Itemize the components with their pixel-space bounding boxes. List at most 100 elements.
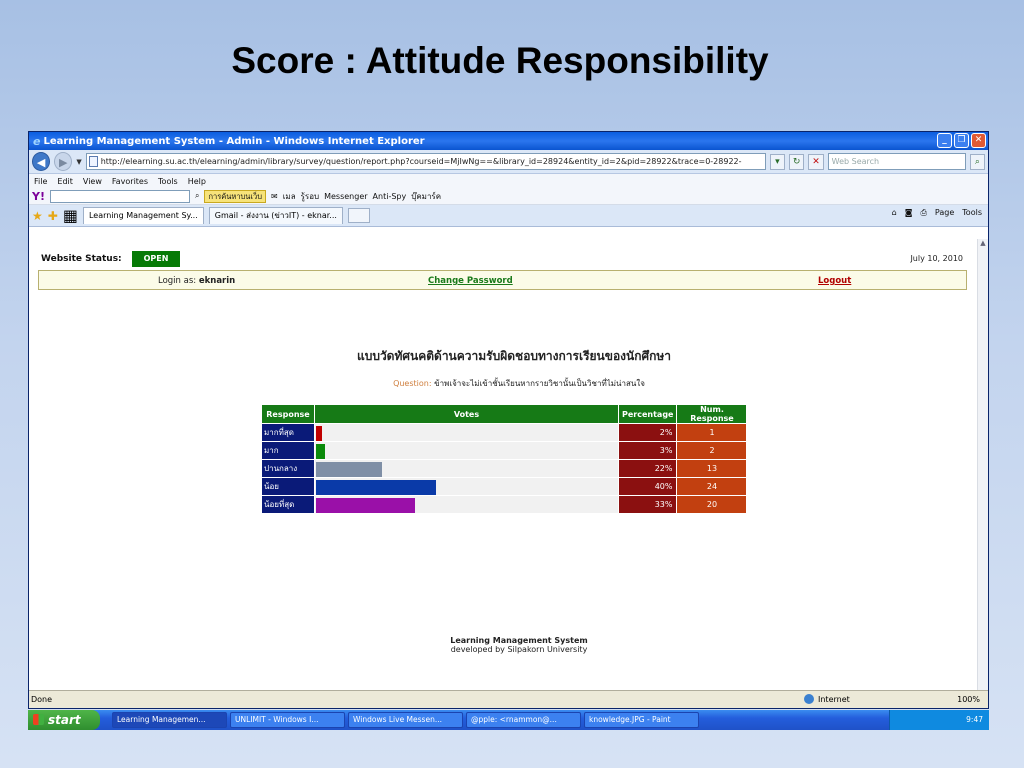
page-footer: Learning Management System developed by …: [29, 636, 979, 654]
results-table: Response Votes Percentage Num. Response …: [261, 404, 748, 514]
votes-cell: [314, 495, 619, 514]
count-cell: 2: [676, 441, 748, 460]
menu-file[interactable]: File: [34, 177, 47, 186]
logout-link[interactable]: Logout: [818, 276, 851, 286]
menu-bar: File Edit View Favorites Tools Help: [29, 174, 988, 188]
percentage-cell: 2%: [617, 423, 678, 442]
table-header-row: Response Votes Percentage Num. Response: [261, 404, 748, 424]
back-button[interactable]: ◀: [32, 152, 51, 171]
vote-bar: [316, 426, 322, 441]
ie-logo-icon: e: [33, 134, 41, 148]
clock[interactable]: 9:47: [966, 715, 983, 724]
start-label: start: [48, 713, 81, 727]
add-favorites-icon[interactable]: ✚: [48, 209, 58, 223]
yahoo-search-input[interactable]: [49, 189, 190, 203]
table-row: น้อยที่สุด 33% 20: [261, 495, 748, 514]
url-text: http://elearning.su.ac.th/elearning/admi…: [100, 157, 742, 166]
menu-view[interactable]: View: [83, 177, 102, 186]
login-user: eknarin: [198, 276, 236, 286]
menu-tools[interactable]: Tools: [158, 177, 178, 186]
status-badge: OPEN: [132, 251, 180, 267]
taskbar-item-unlimit[interactable]: UNLIMIT - Windows I...: [230, 712, 345, 728]
yahoo-search-button[interactable]: การค้นหาบนเว็บ: [204, 189, 266, 203]
print-icon[interactable]: ⎙: [921, 208, 927, 218]
vote-bar: [316, 444, 325, 459]
search-button[interactable]: ⌕: [969, 153, 986, 170]
minimize-button[interactable]: _: [937, 133, 952, 148]
percentage-cell: 33%: [617, 495, 678, 514]
taskbar-item-apple[interactable]: @pple: <rnammon@...: [466, 712, 581, 728]
new-tab-button[interactable]: [347, 208, 370, 223]
window-titlebar[interactable]: e Learning Management System - Admin - W…: [29, 132, 988, 150]
address-bar: ◀ ▶ ▼ http://elearning.su.ac.th/elearnin…: [29, 150, 988, 174]
header-response: Response: [261, 404, 315, 424]
yahoo-search-icon[interactable]: ⌕: [195, 191, 199, 201]
menu-edit[interactable]: Edit: [57, 177, 73, 186]
header-num-response: Num. Response: [676, 404, 748, 424]
yahoo-toolbar: Y! ⌕ การค้นหาบนเว็บ ✉ เมล รู้รอบ Messeng…: [29, 188, 988, 205]
refresh-button[interactable]: ↻: [789, 153, 805, 170]
votes-cell: [314, 423, 619, 442]
response-label: ปานกลาง: [261, 459, 315, 478]
response-label: น้อยที่สุด: [261, 495, 315, 514]
system-tray: 9:47: [889, 710, 989, 730]
count-cell: 24: [676, 477, 748, 496]
restore-button[interactable]: ❐: [954, 133, 969, 148]
menu-help[interactable]: Help: [188, 177, 206, 186]
feeds-icon[interactable]: ◙: [905, 208, 913, 218]
yahoo-answers-button[interactable]: รู้รอบ: [301, 190, 319, 203]
start-button[interactable]: start: [28, 710, 100, 730]
favorites-star-icon[interactable]: ★: [32, 209, 43, 223]
forward-button[interactable]: ▶: [54, 152, 73, 171]
footer-name: Learning Management System: [450, 636, 588, 645]
login-info: Login as: eknarin: [158, 276, 235, 286]
response-label: มากที่สุด: [261, 423, 315, 442]
yahoo-messenger-button[interactable]: Messenger: [324, 192, 367, 201]
quick-tabs-icon[interactable]: ▦: [63, 206, 78, 225]
taskbar-item-lms[interactable]: Learning Managemen...: [112, 712, 227, 728]
scroll-up-icon[interactable]: ▲: [978, 239, 988, 250]
tab-learning-management[interactable]: Learning Management Sy...: [82, 207, 204, 224]
menu-favorites[interactable]: Favorites: [112, 177, 148, 186]
close-button[interactable]: ✕: [971, 133, 986, 148]
header-percentage: Percentage: [617, 404, 678, 424]
tab-gmail[interactable]: Gmail - ส่งงาน (ข่าวIT) - eknar...: [208, 207, 343, 224]
mail-icon: ✉: [270, 191, 278, 201]
response-label: น้อย: [261, 477, 315, 496]
yahoo-antispy-button[interactable]: Anti-Spy: [373, 192, 407, 201]
vertical-scrollbar[interactable]: ▲: [977, 239, 988, 692]
count-cell: 1: [676, 423, 748, 442]
tab-bar: ★ ✚ ▦ Learning Management Sy... Gmail - …: [29, 205, 988, 227]
page-content: Website Status: OPEN July 10, 2010 Login…: [29, 239, 979, 692]
tools-menu-button[interactable]: Tools: [962, 208, 982, 218]
website-status-label: Website Status:: [41, 254, 122, 264]
response-label: มาก: [261, 441, 315, 460]
yahoo-mail-button[interactable]: เมล: [283, 190, 296, 203]
taskbar-item-paint[interactable]: knowledge.JPG - Paint: [584, 712, 699, 728]
internet-globe-icon: [804, 694, 814, 704]
history-dropdown-icon[interactable]: ▼: [76, 158, 81, 166]
yahoo-bookmarks-button[interactable]: บุ๊คมาร์ค: [411, 190, 441, 203]
count-cell: 13: [676, 459, 748, 478]
question-text: ข้าพเจ้าจะไม่เข้าชั้นเรียนหากรายวิชานั้น…: [434, 379, 645, 388]
zone-label: Internet: [818, 694, 850, 704]
zoom-level[interactable]: 100%: [957, 695, 980, 704]
change-password-link[interactable]: Change Password: [428, 276, 513, 286]
page-menu-button[interactable]: Page: [935, 208, 954, 218]
table-row: มาก 3% 2: [261, 441, 748, 460]
web-search-input[interactable]: Web Search: [827, 153, 966, 170]
home-icon[interactable]: ⌂: [892, 208, 897, 218]
yahoo-logo-icon[interactable]: Y!: [32, 190, 45, 203]
slide-title: Score : Attitude Responsibility: [231, 40, 769, 81]
votes-cell: [314, 477, 619, 496]
url-input[interactable]: http://elearning.su.ac.th/elearning/admi…: [85, 153, 766, 170]
window-title: Learning Management System - Admin - Win…: [43, 135, 425, 147]
status-text: Done: [31, 695, 53, 704]
taskbar-item-messenger[interactable]: Windows Live Messen...: [348, 712, 463, 728]
question-label: Question:: [393, 379, 432, 388]
vote-bar: [316, 480, 436, 495]
stop-button[interactable]: ✕: [808, 153, 824, 170]
percentage-cell: 22%: [617, 459, 678, 478]
votes-cell: [314, 441, 619, 460]
url-dropdown-button[interactable]: ▾: [769, 153, 786, 170]
